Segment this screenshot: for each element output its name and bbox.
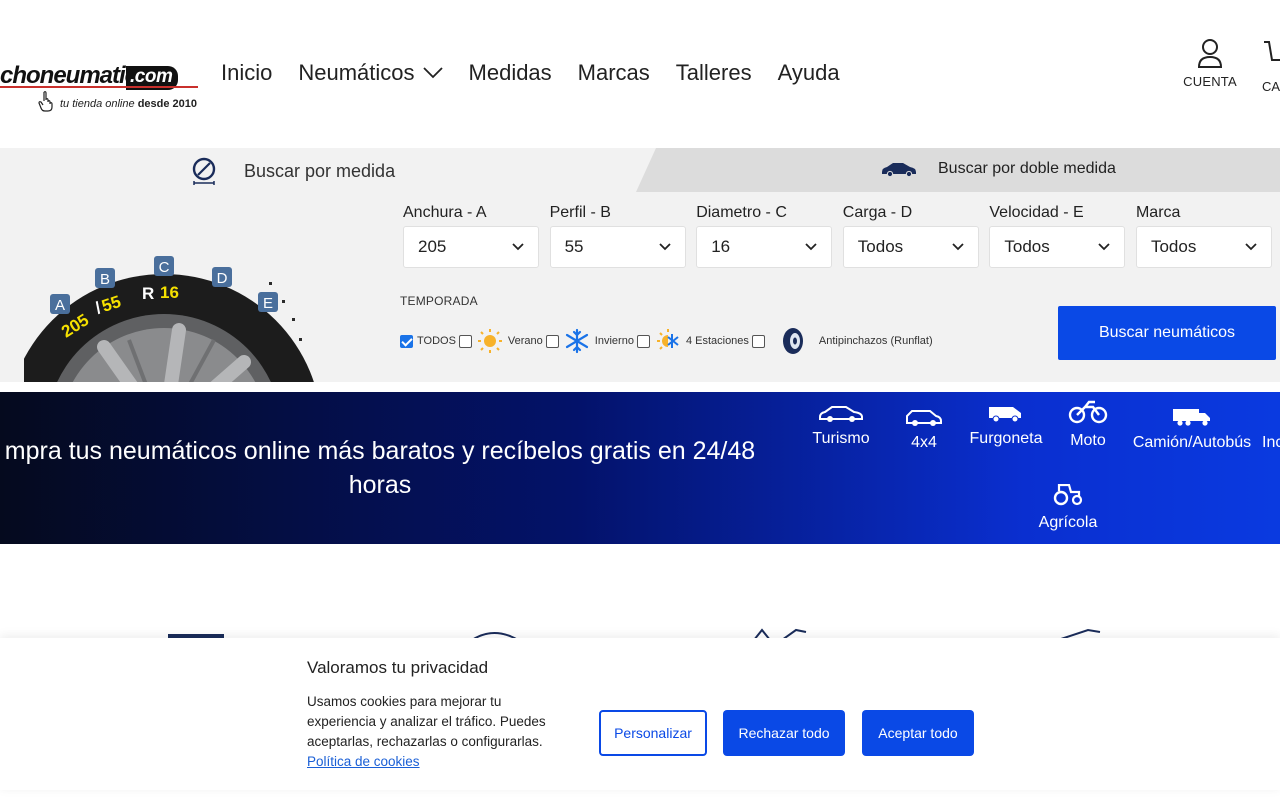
- category-moto[interactable]: Moto: [1066, 400, 1110, 450]
- search-tires-button[interactable]: Buscar neumáticos: [1058, 306, 1276, 360]
- cart-icon: [1264, 41, 1280, 61]
- main-nav: Inicio Neumáticos Medidas Marcas Tallere…: [221, 60, 866, 86]
- chevron-down-icon: [658, 243, 671, 251]
- field-anchura: Anchura - A 205: [403, 204, 539, 268]
- season-label-todos: TODOS: [417, 335, 456, 347]
- van-icon: [989, 407, 1021, 422]
- user-icon: [1197, 39, 1223, 68]
- motorcycle-icon: [1068, 400, 1108, 424]
- field-carga: Carga - D Todos: [842, 204, 979, 268]
- cart-link[interactable]: CA: [1262, 38, 1280, 94]
- field-diametro: Diametro - C 16: [696, 204, 833, 268]
- category-turismo[interactable]: Turismo: [808, 404, 874, 448]
- chevron-down-icon: [512, 243, 524, 251]
- logo-tagline: tu tienda online desde 2010: [60, 98, 198, 110]
- tractor-icon: [1053, 484, 1083, 506]
- cookie-consent-bar: Valoramos tu privacidad Usamos cookies p…: [0, 638, 1280, 790]
- category-furgoneta[interactable]: Furgoneta: [965, 404, 1047, 448]
- season-label-verano: Verano: [507, 335, 543, 347]
- chevron-down-icon: [952, 243, 964, 251]
- checkbox-verano[interactable]: [458, 334, 472, 348]
- nav-item-marcas[interactable]: Marcas: [578, 60, 650, 86]
- reject-all-button[interactable]: Rechazar todo: [723, 710, 845, 756]
- customize-button[interactable]: Personalizar: [599, 710, 707, 756]
- cookie-message: Usamos cookies para mejorar tu experienc…: [307, 694, 546, 769]
- category-industrial[interactable]: Inc: [1262, 434, 1280, 452]
- tire-size-diagram: 205 / 55 R 16 A B C D E: [24, 256, 314, 382]
- pointer-hand-icon: [38, 91, 53, 112]
- tire-text-r: R: [142, 284, 154, 303]
- field-marca: Marca Todos: [1135, 204, 1272, 268]
- marker-a: A: [55, 297, 65, 314]
- account-link[interactable]: CUENTA: [1180, 38, 1240, 89]
- snowflake-icon: [565, 328, 588, 354]
- car-icon: [882, 163, 916, 177]
- category-agricola[interactable]: Agrícola: [1036, 484, 1100, 532]
- field-velocidad: Velocidad - E Todos: [989, 204, 1126, 268]
- suv-icon: [906, 410, 942, 426]
- tire-size-icon: [192, 157, 216, 185]
- carga-select[interactable]: Todos: [842, 226, 979, 268]
- accept-all-button[interactable]: Aceptar todo: [862, 710, 974, 756]
- tab-search-by-size[interactable]: Buscar por medida: [190, 156, 395, 186]
- chevron-down-icon: [1245, 243, 1257, 251]
- category-4x4[interactable]: 4x4: [904, 408, 944, 452]
- cart-label: CA: [1262, 79, 1280, 94]
- marker-d: D: [217, 270, 228, 287]
- tire-search-panel: Buscar por medida Buscar por doble medid…: [0, 148, 1280, 382]
- checkbox-runflat[interactable]: [751, 334, 765, 348]
- marker-e: E: [263, 295, 273, 312]
- temporada-label: TEMPORADA: [400, 294, 478, 308]
- tire-text-diameter: 16: [160, 283, 179, 302]
- nav-item-medidas[interactable]: Medidas: [469, 60, 552, 86]
- chevron-down-icon: [422, 67, 443, 79]
- marker-b: B: [100, 271, 110, 288]
- velocidad-select[interactable]: Todos: [989, 226, 1126, 268]
- anchura-select[interactable]: 205: [403, 226, 539, 268]
- tab-search-by-double-size[interactable]: Buscar por doble medida: [636, 148, 1280, 192]
- car-icon: [819, 406, 863, 422]
- checkbox-todos[interactable]: [400, 334, 413, 348]
- diametro-select[interactable]: 16: [696, 226, 833, 268]
- banner-headline: mpra tus neumáticos online más baratos y…: [4, 437, 756, 499]
- nav-item-neumaticos[interactable]: Neumáticos: [298, 60, 443, 86]
- checkbox-4-estaciones[interactable]: [636, 334, 650, 348]
- season-filters: TODOS Verano Invierno 4 Estaciones Antip…: [400, 326, 936, 356]
- size-fields: Anchura - A 205 Perfil - B 55 Diametro -…: [403, 204, 1280, 268]
- season-label-invierno: Invierno: [594, 335, 634, 347]
- promo-banner: mpra tus neumáticos online más baratos y…: [0, 392, 1280, 544]
- nav-item-talleres[interactable]: Talleres: [676, 60, 752, 86]
- perfil-select[interactable]: 55: [549, 226, 686, 268]
- cookie-title: Valoramos tu privacidad: [307, 658, 489, 677]
- sun-snow-icon: [656, 329, 679, 350]
- marca-select[interactable]: Todos: [1135, 226, 1272, 268]
- runflat-tire-icon: [782, 328, 803, 354]
- site-header: choneumatico .com tu tienda online desde…: [0, 0, 1280, 148]
- nav-item-ayuda[interactable]: Ayuda: [778, 60, 840, 86]
- truck-icon: [1173, 409, 1210, 426]
- cookie-policy-link[interactable]: Política de cookies: [307, 754, 420, 769]
- category-camion-autobus[interactable]: Camión/Autobús: [1128, 408, 1256, 452]
- account-label: CUENTA: [1183, 74, 1237, 89]
- field-perfil: Perfil - B 55: [549, 204, 686, 268]
- logo-underline: [0, 86, 198, 88]
- season-label-runflat: Antipinchazos (Runflat): [818, 335, 933, 347]
- site-logo[interactable]: choneumatico .com tu tienda online desde…: [0, 48, 210, 118]
- sun-icon: [477, 329, 502, 353]
- season-label-4-estaciones: 4 Estaciones: [685, 335, 749, 347]
- chevron-down-icon: [1098, 243, 1111, 251]
- nav-item-inicio[interactable]: Inicio: [221, 60, 272, 86]
- chevron-down-icon: [805, 243, 817, 251]
- checkbox-invierno[interactable]: [545, 334, 559, 348]
- marker-c: C: [159, 259, 170, 276]
